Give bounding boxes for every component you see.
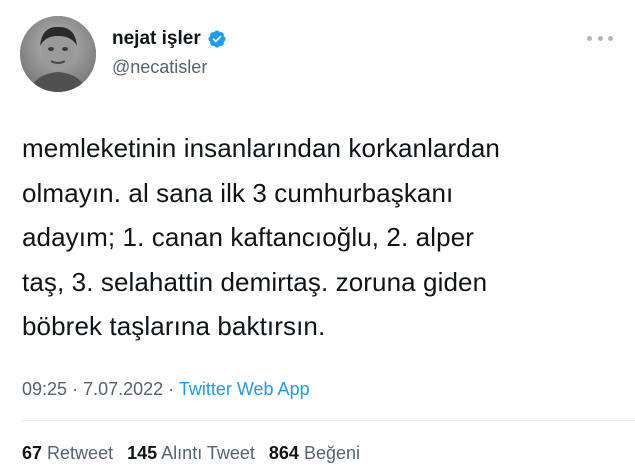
more-options-icon[interactable] — [587, 30, 613, 46]
tweet-metadata: 09:25 · 7.07.2022 · Twitter Web App — [22, 378, 310, 400]
user-handle[interactable]: @necatisler — [112, 56, 207, 78]
tweet-date[interactable]: 7.07.2022 — [83, 379, 163, 399]
avatar[interactable] — [20, 16, 96, 92]
tweet-line: adayım; 1. canan kaftancıoğlu, 2. alper — [22, 222, 474, 252]
quote-count: 145 — [127, 443, 158, 463]
tweet-line: olmayın. al sana ilk 3 cumhurbaşkanı — [22, 177, 454, 208]
meta-separator: · — [168, 379, 175, 399]
tweet-source-link[interactable]: Twitter Web App — [179, 379, 310, 399]
like-count: 864 — [268, 443, 299, 463]
display-name[interactable]: nejat işler — [112, 28, 201, 50]
tweet-line: böbrek taşlarına baktırsın. — [22, 311, 326, 341]
like-stat[interactable]: 864 Beğeni — [269, 443, 360, 463]
tweet-stats: 67 Retweet 145 Alıntı Tweet 864 Beğeni — [22, 442, 369, 464]
retweet-count: 67 — [22, 443, 43, 463]
verified-badge-icon — [207, 29, 227, 49]
like-label: Beğeni — [303, 443, 361, 463]
retweet-stat[interactable]: 67 Retweet — [22, 443, 113, 463]
quote-label: Alıntı Tweet — [161, 443, 255, 463]
tweet-card: nejat işler @necatisler memleketinin ins… — [0, 0, 635, 473]
divider — [22, 420, 635, 421]
name-row: nejat işler — [112, 28, 227, 50]
tweet-line: memleketinin insanlarından korkanlardan — [22, 133, 500, 163]
tweet-time[interactable]: 09:25 — [22, 379, 67, 399]
tweet-line: taş, 3. selahattin demirtaş. zoruna gide… — [22, 266, 488, 297]
meta-separator: · — [72, 379, 79, 399]
avatar-photo — [20, 16, 96, 92]
tweet-text: memleketinin insanlarından korkanlardan … — [22, 126, 622, 349]
retweet-label: Retweet — [47, 443, 114, 463]
quote-tweet-stat[interactable]: 145 Alıntı Tweet — [127, 443, 255, 463]
